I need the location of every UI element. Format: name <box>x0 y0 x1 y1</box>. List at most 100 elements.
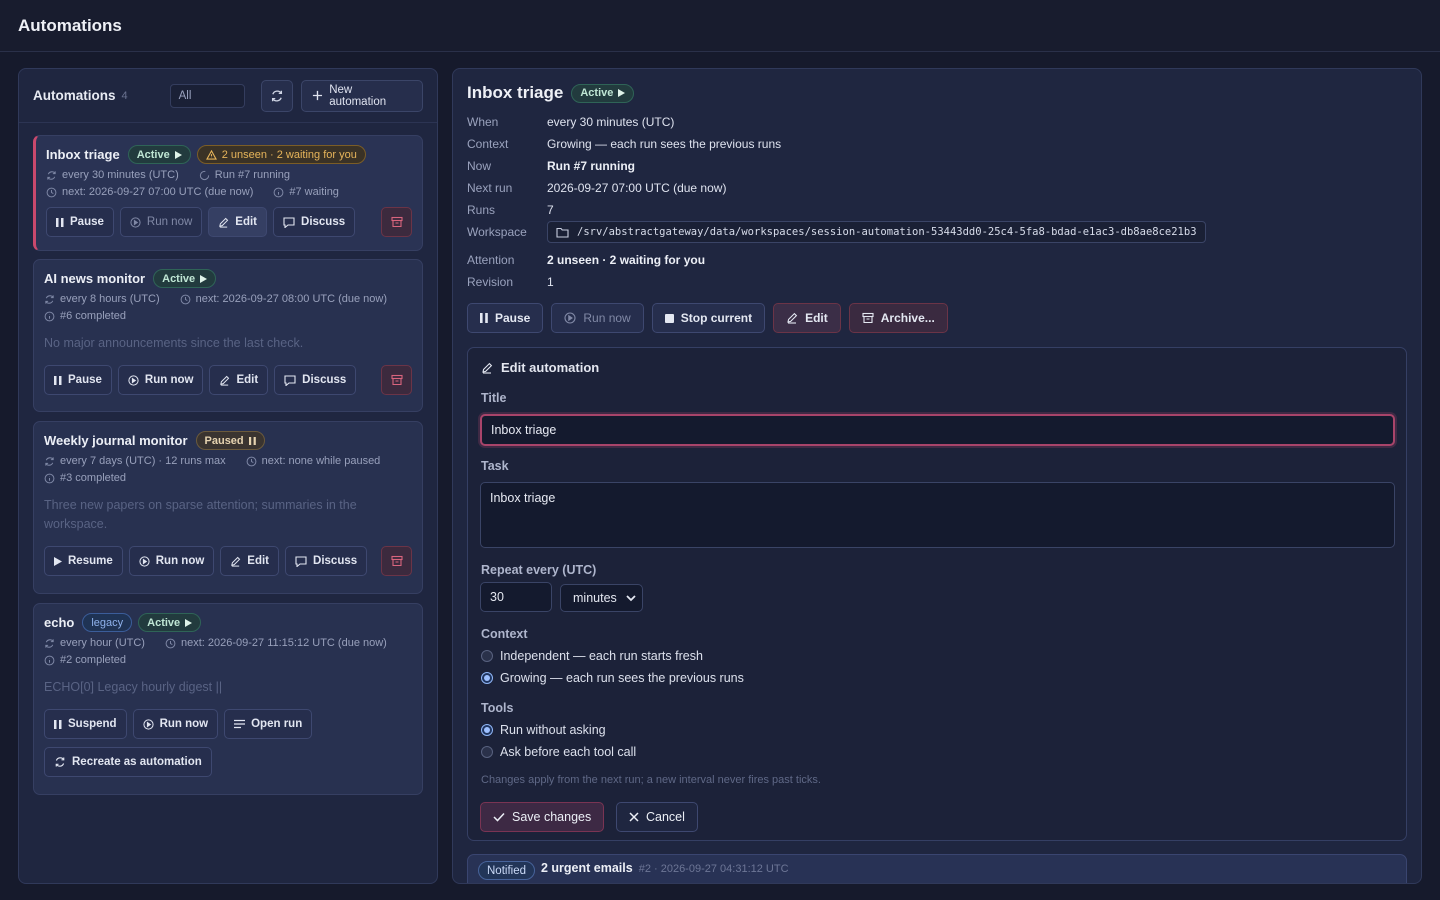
pause-button[interactable]: Pause <box>46 207 114 237</box>
open-run-button[interactable]: Open run <box>224 709 313 739</box>
refresh-button[interactable] <box>261 79 294 112</box>
context-option-growing[interactable]: Growing — each run sees the previous run… <box>481 671 744 685</box>
card-title: echo <box>44 615 75 630</box>
repeat-unit-value: minutes <box>573 591 617 605</box>
edit-button[interactable]: Edit <box>209 365 269 395</box>
tools-option-auto[interactable]: Run without asking <box>481 723 606 737</box>
schedule-text: every 30 minutes (UTC) <box>62 169 179 181</box>
play-circle-icon <box>128 374 139 386</box>
automation-card-echo[interactable]: echo legacy Active every hour (UTC) next… <box>33 603 423 795</box>
notified-badge: Notified <box>478 861 535 880</box>
field-attention: Attention 2 unseen · 2 waiting for you <box>467 253 705 267</box>
plus-icon <box>313 90 323 101</box>
context-label: Context <box>481 627 528 641</box>
title-input[interactable]: Inbox triage <box>480 414 1395 446</box>
field-when: When every 30 minutes (UTC) <box>467 115 674 129</box>
card-summary: ECHO[0] Legacy hourly digest || <box>44 680 223 694</box>
field-key: Next run <box>467 181 513 195</box>
title-label: Title <box>481 391 507 405</box>
last-run-text: #3 completed <box>60 472 127 484</box>
status-badge: Active <box>138 613 202 632</box>
pencil-icon <box>787 312 798 324</box>
suspend-button[interactable]: Suspend <box>44 709 127 739</box>
card-title: AI news monitor <box>44 271 146 286</box>
field-key: Workspace <box>467 225 527 239</box>
context-option-independent[interactable]: Independent — each run starts fresh <box>481 649 703 663</box>
automation-card-inbox-triage[interactable]: Inbox triage Active 2 unseen · 2 waiting… <box>33 135 423 251</box>
tools-option-ask[interactable]: Ask before each tool call <box>481 745 636 759</box>
discuss-label: Discuss <box>302 374 347 386</box>
pencil-icon <box>219 217 229 228</box>
field-revision: Revision 1 <box>467 275 554 289</box>
detail-pause-button[interactable]: Pause <box>467 303 544 333</box>
repeat-interval-input[interactable]: 30 <box>480 582 552 612</box>
new-automation-button[interactable]: New automation <box>301 79 423 112</box>
last-run-text: #7 waiting <box>289 186 339 198</box>
suspend-label: Suspend <box>68 718 117 730</box>
field-value: 2026-09-27 07:00 UTC (due now) <box>547 181 727 195</box>
play-icon <box>174 150 182 159</box>
play-circle-icon <box>564 312 576 324</box>
run-now-button[interactable]: Run now <box>117 365 204 395</box>
discuss-button[interactable]: Discuss <box>273 207 356 237</box>
run-now-button[interactable]: Run now <box>128 546 215 576</box>
clock-icon <box>180 294 191 304</box>
workspace-path[interactable]: /srv/abstractgateway/data/workspaces/ses… <box>547 221 1206 243</box>
run-now-button[interactable]: Run now <box>119 207 203 237</box>
resume-label: Resume <box>68 555 113 567</box>
run-state-text: Run #7 running <box>214 169 290 181</box>
archive-button[interactable] <box>381 365 412 395</box>
recreate-button[interactable]: Recreate as automation <box>44 747 212 777</box>
archive-button[interactable] <box>381 546 412 576</box>
stop-current-button[interactable]: Stop current <box>651 303 766 333</box>
pause-icon <box>480 313 488 323</box>
run-now-label: Run now <box>159 718 209 730</box>
detail-archive-button[interactable]: Archive... <box>848 303 948 333</box>
cancel-button[interactable]: Cancel <box>616 802 698 832</box>
pause-button[interactable]: Pause <box>44 365 112 395</box>
task-textarea[interactable]: Inbox triage <box>480 482 1395 548</box>
cancel-label: Cancel <box>646 810 685 824</box>
pencil-icon <box>220 375 230 386</box>
stop-current-label: Stop current <box>680 311 753 325</box>
automation-card-weekly-journal-monitor[interactable]: Weekly journal monitor Paused every 7 da… <box>33 421 423 594</box>
field-next-run: Next run 2026-09-27 07:00 UTC (due now) <box>467 181 726 195</box>
resume-button[interactable]: Resume <box>44 546 123 576</box>
save-changes-button[interactable]: Save changes <box>480 802 605 832</box>
repeat-unit-select[interactable]: minutes <box>560 584 643 612</box>
field-key: Runs <box>467 203 496 217</box>
pause-label: Pause <box>68 374 102 386</box>
running-icon <box>199 170 209 180</box>
archive-label: Archive... <box>880 311 935 325</box>
edit-heading-text: Edit automation <box>501 360 600 375</box>
status-label: Paused <box>204 434 244 447</box>
detail-edit-button[interactable]: Edit <box>773 303 841 333</box>
run-now-label: Run now <box>144 374 194 386</box>
discuss-button[interactable]: Discuss <box>285 546 368 576</box>
automation-card-ai-news-monitor[interactable]: AI news monitor Active every 8 hours (UT… <box>33 259 423 412</box>
edit-button[interactable]: Edit <box>208 207 268 237</box>
field-key: When <box>467 115 499 129</box>
radio-label: Independent — each run starts fresh <box>500 649 703 663</box>
filter-input[interactable]: All <box>169 83 246 108</box>
chat-icon <box>295 555 307 567</box>
next-run-text: next: none while paused <box>261 455 381 467</box>
discuss-button[interactable]: Discuss <box>274 365 357 395</box>
refresh-icon <box>272 90 283 101</box>
archive-button[interactable] <box>381 207 412 237</box>
notification-item[interactable]: Notified 2 urgent emails #2 · 2026-09-27… <box>467 854 1407 883</box>
next-run-text: next: 2026-09-27 07:00 UTC (due now) <box>62 186 254 198</box>
notification-title: 2 urgent emails <box>541 861 633 875</box>
check-icon <box>493 812 505 822</box>
attention-label: 2 unseen · 2 waiting for you <box>221 148 357 161</box>
radio-off <box>481 746 493 758</box>
run-now-button[interactable]: Run now <box>132 709 219 739</box>
repeat-icon <box>45 456 54 466</box>
run-now-label: Run now <box>146 216 193 228</box>
archive-icon <box>390 216 403 228</box>
info-icon <box>44 473 55 483</box>
top-bar: Automations <box>0 0 1440 52</box>
field-value: 1 <box>547 275 554 289</box>
detail-run-now-button[interactable]: Run now <box>551 303 644 333</box>
edit-button[interactable]: Edit <box>220 546 280 576</box>
